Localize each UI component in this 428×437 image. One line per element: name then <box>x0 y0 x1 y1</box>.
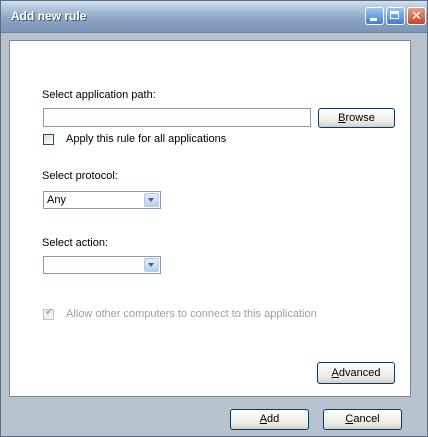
maximize-icon <box>390 11 399 19</box>
advanced-access-key: A <box>331 367 339 379</box>
title-bar[interactable]: Add new rule ✕ <box>1 1 427 33</box>
browse-button[interactable]: Browse <box>318 108 395 128</box>
add-label-suffix: dd <box>267 413 280 425</box>
chevron-down-icon[interactable] <box>144 193 159 207</box>
app-path-input[interactable] <box>43 108 311 127</box>
chevron-down-icon[interactable] <box>144 258 159 272</box>
close-icon: ✕ <box>411 8 422 23</box>
add-rule-dialog: Add new rule ✕ Select application path: … <box>0 0 428 437</box>
apply-all-label[interactable]: Apply this rule for all applications <box>66 133 226 145</box>
maximize-button[interactable] <box>386 7 405 25</box>
allow-connections-label: Allow other computers to connect to this… <box>66 308 317 320</box>
app-path-label: Select application path: <box>42 89 156 101</box>
cancel-label-suffix: ancel <box>353 413 380 425</box>
allow-connections-checkbox: ✔ <box>43 307 54 320</box>
advanced-button[interactable]: Advanced <box>317 362 395 384</box>
add-button[interactable]: Add <box>230 409 309 430</box>
add-access-key: A <box>259 413 268 425</box>
browse-access-key: B <box>338 112 346 124</box>
minimize-button[interactable] <box>365 7 384 25</box>
advanced-label-suffix: dvanced <box>338 367 381 379</box>
close-button[interactable]: ✕ <box>407 7 426 25</box>
cancel-button[interactable]: Cancel <box>323 409 402 430</box>
browse-label-suffix: rowse <box>345 112 375 124</box>
protocol-selected-value: Any <box>47 194 66 206</box>
protocol-label: Select protocol: <box>42 170 118 182</box>
action-label: Select action: <box>42 237 109 249</box>
checkmark-icon: ✔ <box>45 307 54 318</box>
window-title: Add new rule <box>11 9 87 23</box>
action-select[interactable] <box>43 256 161 274</box>
protocol-select[interactable]: Any <box>43 191 161 209</box>
dialog-content: Select application path: Browse Apply th… <box>9 40 411 397</box>
apply-all-checkbox[interactable] <box>43 134 54 145</box>
minimize-icon <box>370 18 377 21</box>
